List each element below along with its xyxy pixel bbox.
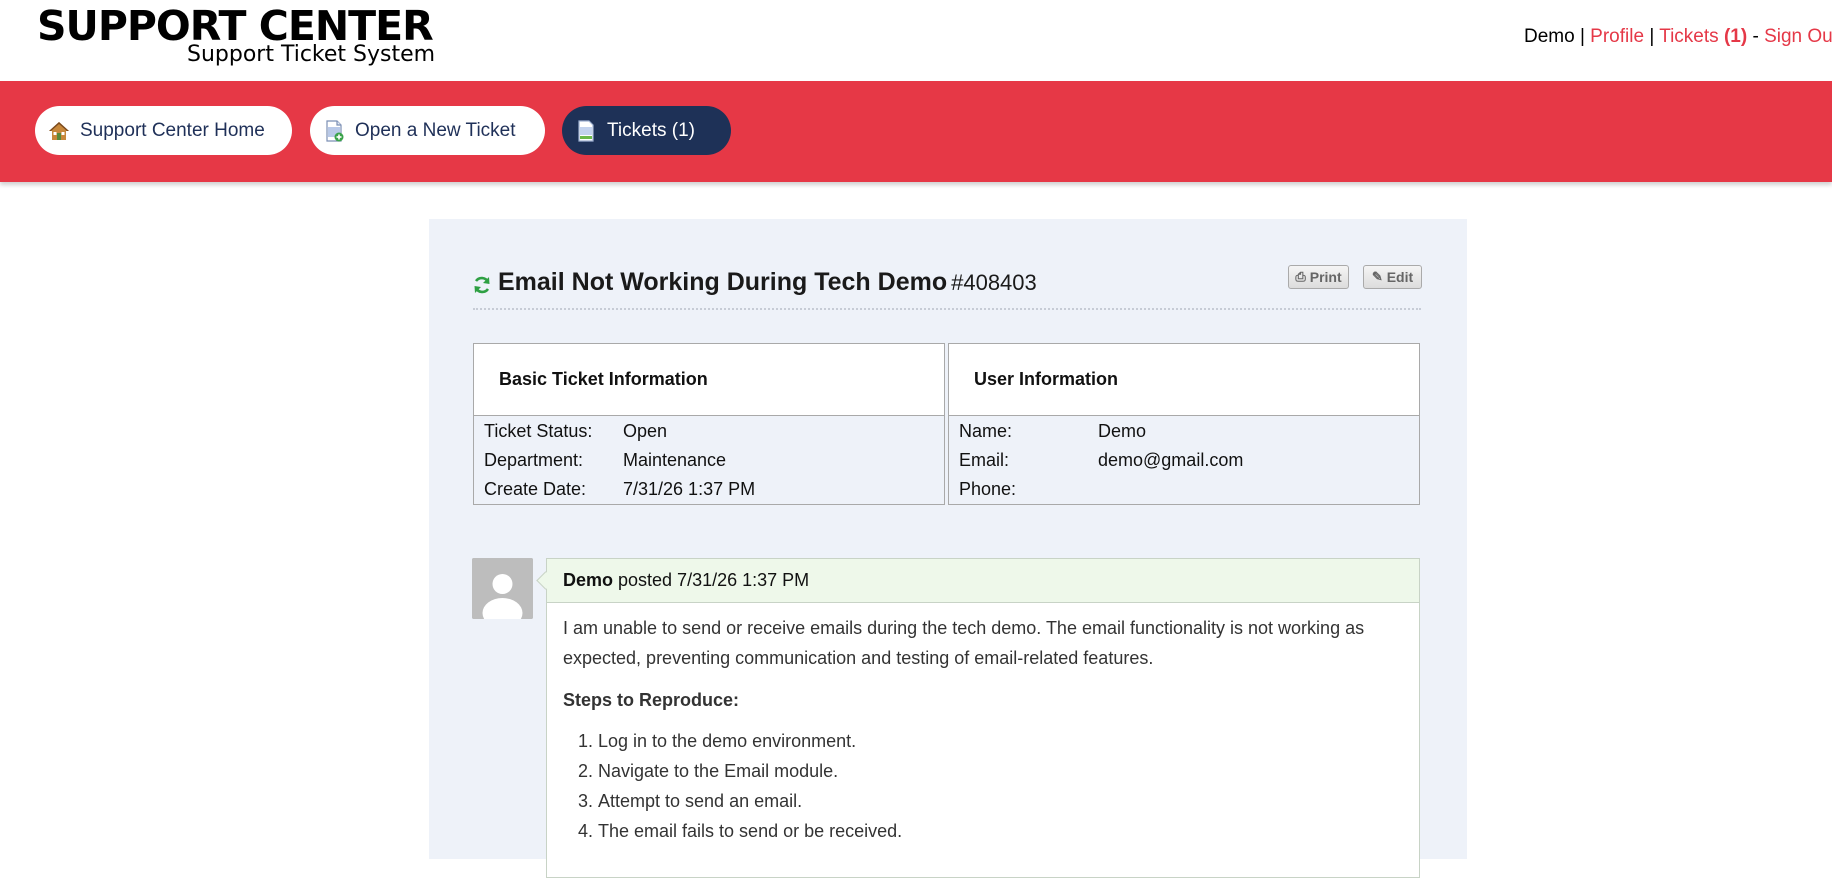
new-ticket-icon xyxy=(322,119,346,143)
edit-icon: ✎ xyxy=(1371,269,1383,284)
user-bar: Demo | Profile | Tickets (1) - Sign Out xyxy=(1524,25,1832,49)
title-divider xyxy=(473,308,1421,310)
refresh-icon[interactable] xyxy=(472,275,492,295)
ticket-title: Email Not Working During Tech Demo #40840… xyxy=(498,265,1037,300)
steps-list: Log in to the demo environment. Navigate… xyxy=(563,726,1399,846)
print-label: Print xyxy=(1309,269,1342,285)
thread-entry-header: Demo posted 7/31/26 1:37 PM xyxy=(547,559,1419,603)
home-icon xyxy=(47,119,71,143)
edit-label: Edit xyxy=(1386,269,1414,285)
create-date-row: Create Date: 7/31/26 1:37 PM xyxy=(484,475,944,504)
basic-info-rows: Ticket Status: Open Department: Maintena… xyxy=(484,417,944,504)
email-row: Email: demo@gmail.com xyxy=(959,446,1419,475)
separator: | xyxy=(1579,26,1585,47)
nav-label: Tickets (1) xyxy=(607,119,695,141)
tickets-link-count: (1) xyxy=(1723,26,1748,47)
nav-label: Support Center Home xyxy=(80,119,265,141)
list-item: The email fails to send or be received. xyxy=(598,816,1399,846)
print-icon: ⎙ xyxy=(1295,269,1306,284)
user-name: Demo xyxy=(1523,26,1575,47)
edit-button[interactable]: ✎ Edit xyxy=(1363,265,1422,289)
nav-open-new-ticket[interactable]: Open a New Ticket xyxy=(310,106,545,155)
ticket-subject: Email Not Working During Tech Demo xyxy=(498,268,948,296)
profile-link[interactable]: Profile xyxy=(1590,26,1644,47)
thread-posted: posted 7/31/26 1:37 PM xyxy=(618,570,810,590)
email-value: demo@gmail.com xyxy=(1098,450,1244,470)
list-item: Log in to the demo environment. xyxy=(598,726,1399,756)
site-logo[interactable]: SUPPORT CENTER Support Ticket System xyxy=(37,2,435,68)
user-info: User Information Name: Demo Email: demo@… xyxy=(948,343,1420,505)
user-info-rows: Name: Demo Email: demo@gmail.com Phone: xyxy=(959,417,1419,504)
avatar xyxy=(472,558,533,619)
info-label: Phone: xyxy=(959,479,1017,499)
site-header: SUPPORT CENTER Support Ticket System Dem… xyxy=(0,0,1832,81)
nav-label: Open a New Ticket xyxy=(355,119,516,141)
basic-info-heading: Basic Ticket Information xyxy=(474,344,944,416)
department-row: Department: Maintenance xyxy=(484,446,944,475)
tickets-icon xyxy=(574,119,598,143)
info-label: Department: xyxy=(484,450,584,470)
name-row: Name: Demo xyxy=(959,417,1419,446)
logo-subtitle: Support Ticket System xyxy=(187,42,436,67)
list-item: Navigate to the Email module. xyxy=(598,756,1399,786)
list-item: Attempt to send an email. xyxy=(598,786,1399,816)
thread-entry: Demo posted 7/31/26 1:37 PM I am unable … xyxy=(546,558,1420,878)
department-value: Maintenance xyxy=(623,450,727,470)
name-value: Demo xyxy=(1098,421,1147,441)
separator: - xyxy=(1752,26,1759,47)
sign-out-link[interactable]: Sign Out xyxy=(1764,26,1832,47)
status-value: Open xyxy=(623,421,668,441)
main-nav: Support Center Home Open a New Ticket Ti… xyxy=(0,81,1832,182)
thread-paragraph: I am unable to send or receive emails du… xyxy=(563,618,1365,668)
create-date-value: 7/31/26 1:37 PM xyxy=(623,479,756,499)
tickets-link[interactable]: Tickets (1) xyxy=(1659,26,1747,47)
ticket-card: Email Not Working During Tech Demo #40840… xyxy=(429,219,1467,878)
info-label: Ticket Status: xyxy=(484,421,593,441)
thread-entry-body: I am unable to send or receive emails du… xyxy=(563,613,1399,846)
ticket-number: #408403 xyxy=(951,270,1037,295)
info-label: Name: xyxy=(959,421,1013,441)
ticket-title-row: Email Not Working During Tech Demo #40840… xyxy=(472,265,1420,301)
separator: | xyxy=(1649,26,1655,47)
steps-heading: Steps to Reproduce: xyxy=(563,690,740,710)
phone-row: Phone: xyxy=(959,475,1419,504)
ticket-status-row: Ticket Status: Open xyxy=(484,417,944,446)
user-info-heading: User Information xyxy=(949,344,1419,416)
print-button[interactable]: ⎙ Print xyxy=(1288,265,1349,289)
nav-tickets[interactable]: Tickets (1) xyxy=(562,106,731,155)
nav-support-center-home[interactable]: Support Center Home xyxy=(35,106,292,155)
tickets-link-label: Tickets xyxy=(1659,26,1719,47)
info-label: Email: xyxy=(959,450,1010,470)
thread-author: Demo xyxy=(563,570,614,590)
basic-ticket-info: Basic Ticket Information Ticket Status: … xyxy=(473,343,945,505)
info-label: Create Date: xyxy=(484,479,587,499)
